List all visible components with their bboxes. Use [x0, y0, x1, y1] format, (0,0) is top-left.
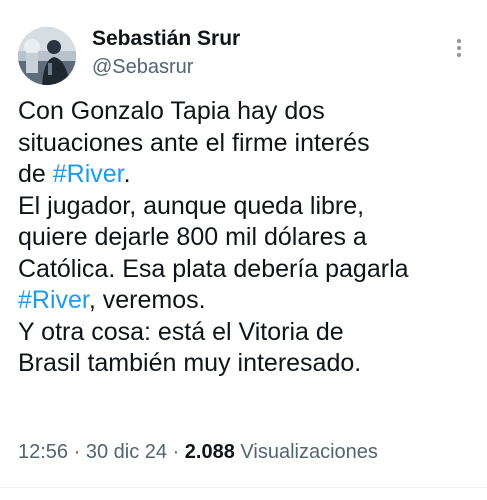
tweet-line: situaciones ante el firme interés — [18, 128, 370, 157]
meta-separator: · — [167, 441, 185, 463]
author-handle[interactable]: @Sebasrur — [92, 56, 193, 79]
tweet-line: Y otra cosa: está el Vitoria de — [18, 317, 344, 346]
avatar-photo — [18, 27, 76, 85]
tweet-meta: 12:56 · 30 dic 24 · 2.088 Visualizacione… — [18, 441, 378, 464]
tweet-date[interactable]: 30 dic 24 — [86, 441, 167, 463]
tweet-card: Sebastián Srur @Sebasrur Con Gonzalo Tap… — [0, 0, 487, 500]
more-options-button[interactable] — [450, 36, 468, 64]
avatar[interactable] — [18, 27, 76, 85]
meta-separator: · — [68, 441, 86, 463]
tweet-text: Con Gonzalo Tapia hay dos situaciones an… — [18, 96, 478, 380]
hashtag-link[interactable]: #River — [53, 160, 124, 188]
tweet-line: Con Gonzalo Tapia hay dos — [18, 97, 325, 125]
tweet-line: El jugador, aunque queda libre, — [18, 191, 365, 220]
author-name[interactable]: Sebastián Srur — [92, 27, 240, 51]
tweet-line: Católica. Esa plata debería pagarla — [18, 254, 409, 283]
tweet-line: de #River. — [18, 159, 478, 191]
tweet-text-fragment: , veremos. — [88, 286, 206, 314]
tweet-text-fragment: . — [123, 160, 131, 188]
divider — [0, 487, 487, 488]
views-count: 2.088 — [184, 441, 235, 463]
tweet-line: #River, veremos. — [18, 285, 478, 317]
hashtag-link[interactable]: #River — [18, 286, 89, 314]
tweet-line: Brasil también muy interesado. — [18, 349, 362, 377]
tweet-time[interactable]: 12:56 — [18, 441, 68, 463]
tweet-text-fragment: de — [18, 160, 53, 188]
more-dots-vertical-icon — [457, 39, 461, 43]
tweet-line: quiere dejarle 800 mil dólares a — [18, 223, 367, 251]
views-label: Visualizaciones — [234, 441, 378, 463]
